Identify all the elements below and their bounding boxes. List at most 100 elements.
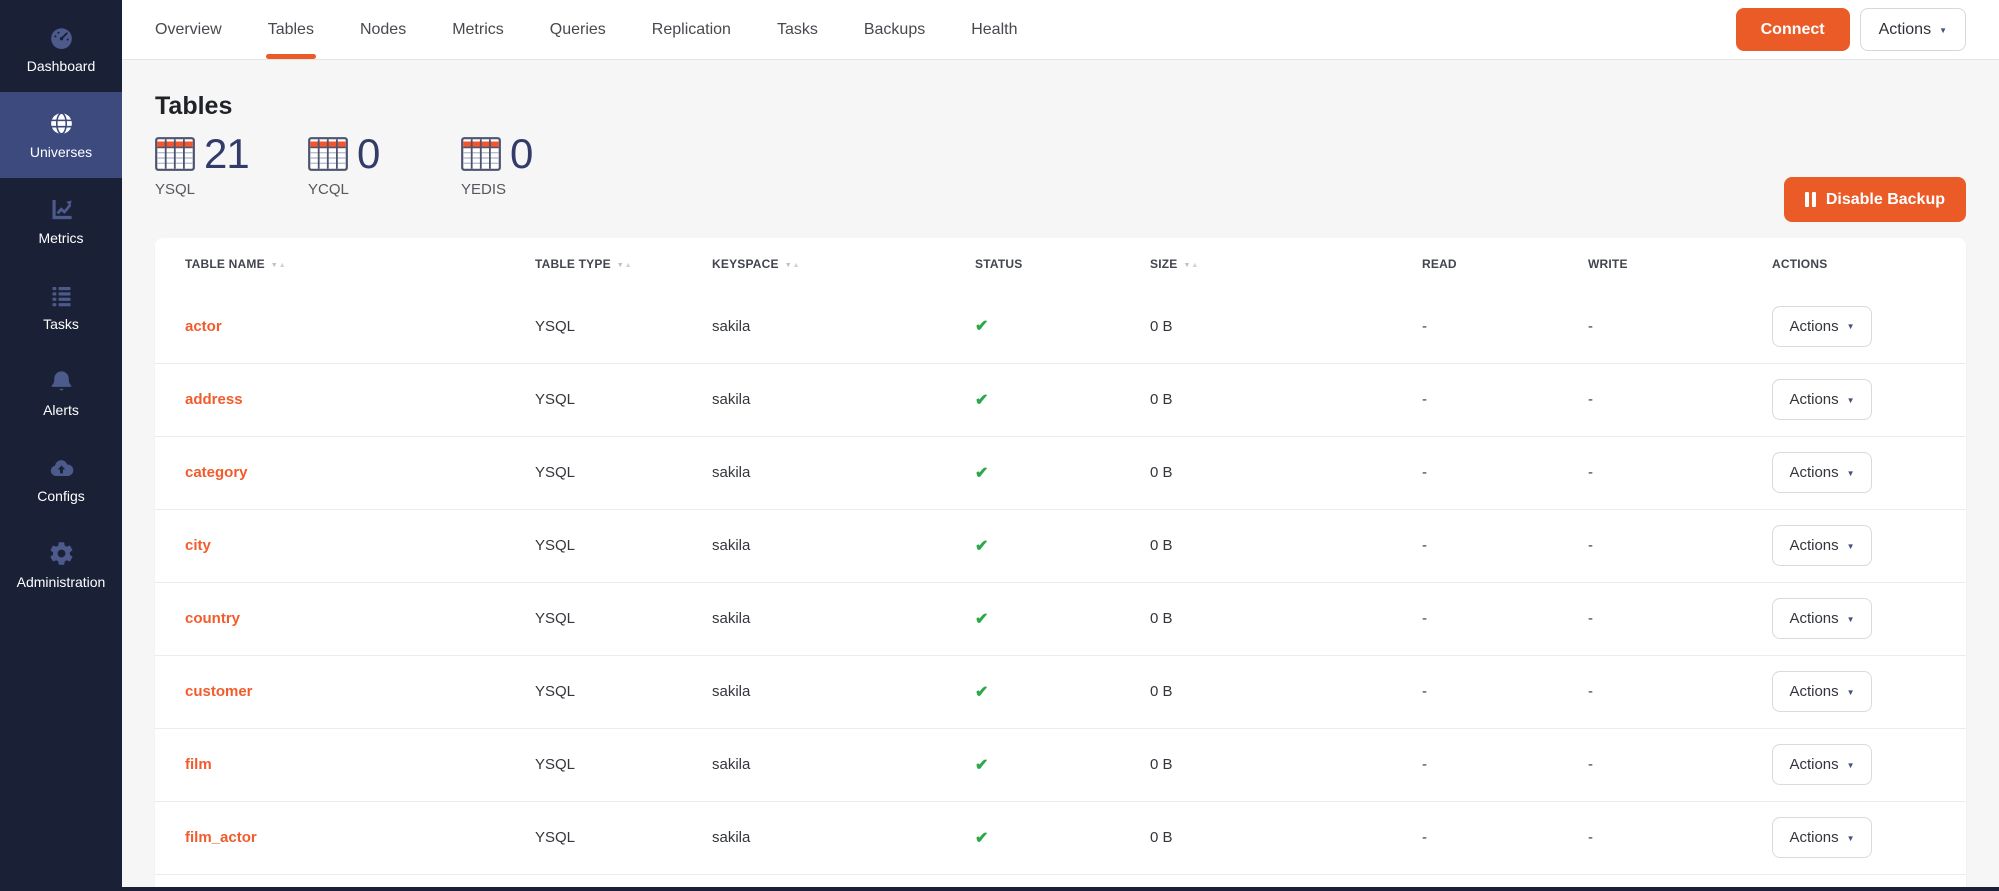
content-area: Tables 21 YSQL 0 YCQL 0 YEDIS Disable Ba… (122, 92, 1999, 891)
column-header-label: KEYSPACE (712, 257, 779, 271)
disable-backup-button[interactable]: Disable Backup (1784, 177, 1966, 222)
chart-line-icon (48, 196, 75, 223)
window-bottom-edge (0, 887, 1999, 891)
sidebar-item-tasks[interactable]: Tasks (0, 264, 122, 350)
table-name-link[interactable]: film_actor (185, 829, 257, 846)
table-row: category YSQL sakila ✔ 0 B - - Actions▼ (155, 436, 1966, 509)
check-icon: ✔ (975, 538, 988, 555)
keyspace-cell: sakila (712, 436, 975, 509)
table-row: actor YSQL sakila ✔ 0 B - - Actions▼ (155, 290, 1966, 363)
stat-count: 21 (204, 133, 249, 175)
size-cell: 0 B (1150, 290, 1422, 363)
table-count-stats: 21 YSQL 0 YCQL 0 YEDIS (155, 133, 1966, 198)
table-count-stat: 0 YEDIS (461, 133, 614, 198)
row-actions-button[interactable]: Actions▼ (1772, 525, 1872, 566)
caret-down-icon: ▼ (1847, 689, 1855, 697)
check-icon: ✔ (975, 465, 988, 482)
sidebar-item-label: Universes (30, 144, 92, 160)
read-cell: - (1422, 582, 1588, 655)
table-name-link[interactable]: address (185, 391, 243, 408)
table-name-link[interactable]: actor (185, 318, 222, 335)
table-name-link[interactable]: country (185, 610, 240, 627)
bell-icon (48, 368, 75, 395)
connect-button[interactable]: Connect (1736, 8, 1850, 51)
sidebar-item-alerts[interactable]: Alerts (0, 350, 122, 436)
tab-backups[interactable]: Backups (864, 0, 925, 59)
table-type-cell: YSQL (535, 582, 712, 655)
read-cell: - (1422, 290, 1588, 363)
caret-down-icon: ▼ (1847, 470, 1855, 478)
sort-arrows-icon[interactable]: ▼▲ (1183, 262, 1199, 269)
table-name-link[interactable]: category (185, 464, 248, 481)
row-actions-button[interactable]: Actions▼ (1772, 598, 1872, 639)
table-name-link[interactable]: film (185, 756, 212, 773)
caret-down-icon: ▼ (1847, 397, 1855, 405)
sidebar-item-dashboard[interactable]: Dashboard (0, 6, 122, 92)
tab-replication[interactable]: Replication (652, 0, 731, 59)
table-row: film YSQL sakila ✔ 0 B - - Actions▼ (155, 728, 1966, 801)
tab-tasks[interactable]: Tasks (777, 0, 818, 59)
tables-card: TABLE NAME▼▲ TABLE TYPE▼▲ KEYSPACE▼▲ STA… (155, 238, 1966, 891)
sidebar-item-metrics[interactable]: Metrics (0, 178, 122, 264)
sidebar-item-universes[interactable]: Universes (0, 92, 122, 178)
actions-dropdown-button[interactable]: Actions▼ (1860, 8, 1966, 51)
table-row: customer YSQL sakila ✔ 0 B - - Actions▼ (155, 655, 1966, 728)
sidebar-item-label: Administration (17, 574, 106, 590)
check-icon: ✔ (975, 611, 988, 628)
read-cell: - (1422, 801, 1588, 874)
status-cell: ✔ (975, 655, 1150, 728)
status-cell: ✔ (975, 509, 1150, 582)
row-actions-button[interactable]: Actions▼ (1772, 671, 1872, 712)
sort-arrows-icon[interactable]: ▼▲ (271, 262, 287, 269)
column-header-write: WRITE (1588, 238, 1772, 290)
status-cell: ✔ (975, 290, 1150, 363)
tab-health[interactable]: Health (971, 0, 1017, 59)
column-header-keyspace[interactable]: KEYSPACE ▼▲ (712, 238, 975, 290)
size-cell: 0 B (1150, 436, 1422, 509)
row-actions-button[interactable]: Actions▼ (1772, 306, 1872, 347)
sidebar: Dashboard Universes Metrics Tasks Alerts… (0, 0, 122, 891)
column-header-size[interactable]: SIZE▼▲ (1150, 238, 1422, 290)
keyspace-cell: sakila (712, 582, 975, 655)
row-actions-button[interactable]: Actions▼ (1772, 379, 1872, 420)
column-header-table-name[interactable]: TABLE NAME▼▲ (155, 238, 535, 290)
sort-arrows-icon[interactable]: ▼▲ (617, 262, 633, 269)
sidebar-item-administration[interactable]: Administration (0, 522, 122, 608)
table-grid-icon (155, 137, 195, 171)
row-actions-label: Actions (1789, 464, 1838, 481)
keyspace-cell: sakila (712, 509, 975, 582)
tab-metrics[interactable]: Metrics (452, 0, 504, 59)
top-navigation: Overview Tables Nodes Metrics Queries Replica… (122, 0, 1999, 60)
caret-down-icon: ▼ (1847, 762, 1855, 770)
check-icon: ✔ (975, 392, 988, 409)
row-actions-button[interactable]: Actions ▼ (1772, 744, 1872, 785)
sort-arrows-icon[interactable]: ▼▲ (785, 262, 801, 269)
tab-nodes[interactable]: Nodes (360, 0, 406, 59)
write-cell: - (1588, 801, 1772, 874)
globe-icon (48, 110, 75, 137)
tab-tables[interactable]: Tables (268, 0, 314, 59)
status-cell: ✔ (975, 728, 1150, 801)
sidebar-item-label: Alerts (43, 402, 79, 418)
read-cell: - (1422, 728, 1588, 801)
tab-queries[interactable]: Queries (550, 0, 606, 59)
table-name-link[interactable]: customer (185, 683, 253, 700)
write-cell: - (1588, 728, 1772, 801)
row-actions-label: Actions (1789, 756, 1838, 773)
stat-label: YCQL (308, 181, 461, 198)
row-actions-label: Actions (1789, 537, 1838, 554)
row-actions-label: Actions (1789, 318, 1838, 335)
row-actions-button[interactable]: Actions▼ (1772, 817, 1872, 858)
table-name-link[interactable]: city (185, 537, 211, 554)
row-actions-button[interactable]: Actions ▼ (1772, 452, 1872, 493)
column-header-table-type[interactable]: TABLE TYPE▼▲ (535, 238, 712, 290)
pause-icon (1805, 192, 1816, 207)
sidebar-item-configs[interactable]: Configs (0, 436, 122, 522)
table-row: film_actor YSQL sakila ✔ 0 B - - Actions… (155, 801, 1966, 874)
table-type-cell: YSQL (535, 290, 712, 363)
list-icon (48, 282, 75, 309)
main-area: Overview Tables Nodes Metrics Queries Replica… (122, 0, 1999, 891)
tab-overview[interactable]: Overview (155, 0, 222, 59)
keyspace-cell: sakila (712, 655, 975, 728)
check-icon: ✔ (975, 318, 988, 335)
